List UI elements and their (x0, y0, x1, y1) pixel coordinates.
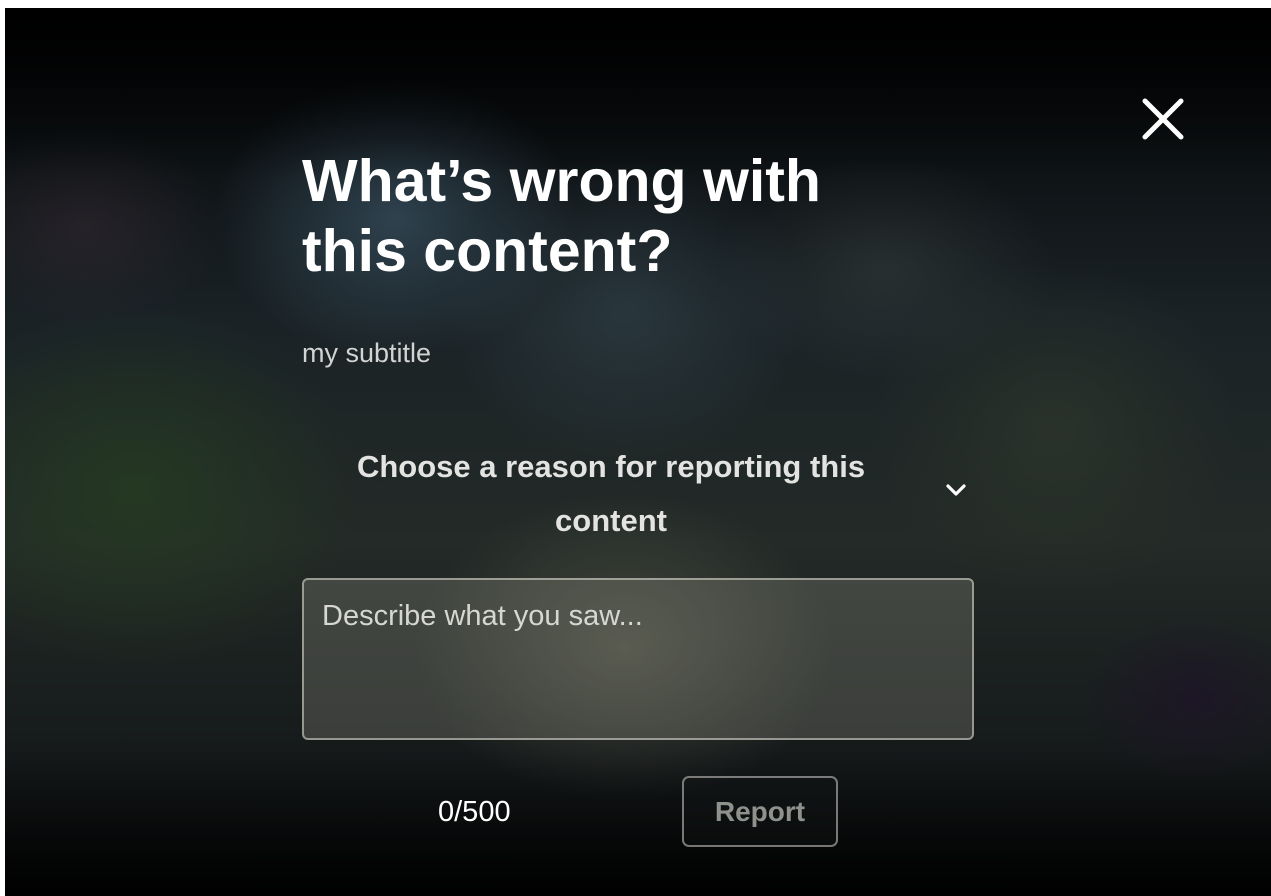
report-dialog: What’s wrong with this content? my subti… (5, 8, 1271, 896)
character-counter: 0/500 (438, 796, 511, 828)
reason-select[interactable]: Choose a reason for reporting this conte… (302, 436, 974, 546)
close-icon (1142, 98, 1184, 140)
report-button[interactable]: Report (682, 776, 838, 847)
chevron-down-icon (946, 484, 966, 496)
dialog-subtitle: my subtitle (302, 338, 432, 368)
close-button[interactable] (1139, 95, 1187, 143)
description-textarea[interactable] (302, 578, 974, 740)
reason-select-label: Choose a reason for reporting this conte… (356, 449, 866, 538)
dialog-title: What’s wrong with this content? (302, 148, 821, 284)
